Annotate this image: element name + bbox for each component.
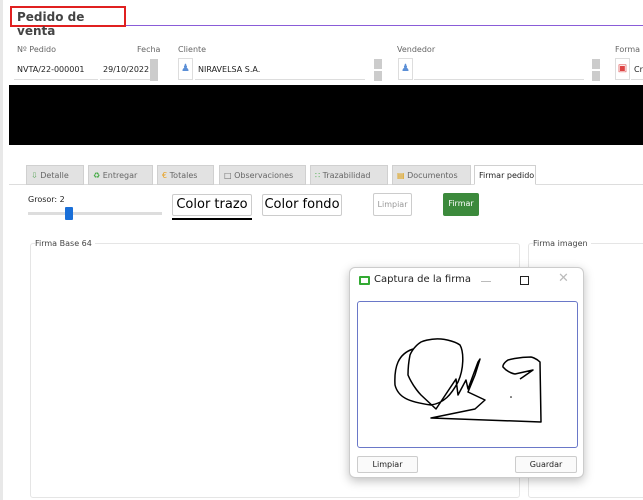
dialog-title: Captura de la firma <box>374 274 472 285</box>
tab-trazabilidad[interactable]: ∷ Trazabilidad <box>310 165 388 185</box>
minimize-icon[interactable] <box>481 281 491 282</box>
signature-stroke <box>394 338 542 423</box>
recycle-icon: ♻ <box>93 171 101 180</box>
euro-icon: € <box>162 171 168 180</box>
image-label: Firma imagen <box>533 239 591 248</box>
tab-observaciones[interactable]: □ Observaciones <box>219 165 306 185</box>
payment-icon[interactable]: ▣ <box>615 58 630 80</box>
sign-button[interactable]: Firmar <box>443 193 479 216</box>
arrows-icon: ∷ <box>315 171 321 180</box>
thickness-slider[interactable] <box>28 212 162 215</box>
client-down-button[interactable] <box>374 71 382 81</box>
clear-button[interactable]: Limpiar <box>373 193 412 216</box>
dialog-clear-button[interactable]: Limpiar <box>357 456 418 473</box>
tab-entregar[interactable]: ♻ Entregar <box>88 165 153 185</box>
user-icon[interactable]: ♟ <box>398 58 413 80</box>
signature-canvas[interactable] <box>357 301 578 448</box>
seller-down-button[interactable] <box>592 71 600 81</box>
window-icon <box>359 276 370 285</box>
tab-documentos[interactable]: ▤ Documentos <box>392 165 471 185</box>
stroke-color-swatch <box>172 218 252 220</box>
document-icon: □ <box>224 171 232 180</box>
left-border <box>0 0 3 500</box>
thickness-slider-handle[interactable] <box>65 207 73 220</box>
payment-input[interactable]: Cr <box>631 60 643 80</box>
date-label: Fecha <box>137 45 161 54</box>
date-input[interactable]: 29/10/2022 <box>100 60 150 80</box>
close-icon[interactable]: ✕ <box>558 271 569 286</box>
order-no-label: Nº Pedido <box>17 45 57 54</box>
client-input[interactable]: NIRAVELSA S.A. <box>195 60 365 80</box>
stroke-color-button[interactable]: Color trazo <box>172 194 252 216</box>
dialog-save-button[interactable]: Guardar <box>515 456 577 473</box>
signature-dialog: Captura de la firma ✕ Limpiar Guardar <box>349 267 584 478</box>
client-up-button[interactable] <box>374 59 382 69</box>
user-icon[interactable]: ♟ <box>178 58 193 80</box>
seller-input[interactable] <box>414 60 584 80</box>
order-no-input[interactable]: NVTA/22-000001 <box>14 60 98 80</box>
folder-icon: ▤ <box>397 171 405 180</box>
tab-firmar-pedido[interactable]: Firmar pedido <box>474 165 536 185</box>
title-divider <box>126 25 643 26</box>
redacted-area <box>9 85 643 145</box>
bg-color-button[interactable]: Color fondo <box>262 194 342 216</box>
seller-label: Vendedor <box>397 45 436 54</box>
date-picker-button[interactable] <box>150 59 158 81</box>
tab-totales[interactable]: € Totales <box>157 165 214 185</box>
base64-label: Firma Base 64 <box>35 239 95 248</box>
seller-up-button[interactable] <box>592 59 600 69</box>
thickness-label: Grosor: 2 <box>28 195 65 204</box>
tab-detalle[interactable]: ⇩ Detalle <box>26 165 84 185</box>
maximize-icon[interactable] <box>520 276 529 285</box>
client-label: Cliente <box>178 45 207 54</box>
payment-label: Forma <box>615 45 641 54</box>
download-icon: ⇩ <box>31 171 38 180</box>
page-title: Pedido de venta <box>10 6 126 38</box>
